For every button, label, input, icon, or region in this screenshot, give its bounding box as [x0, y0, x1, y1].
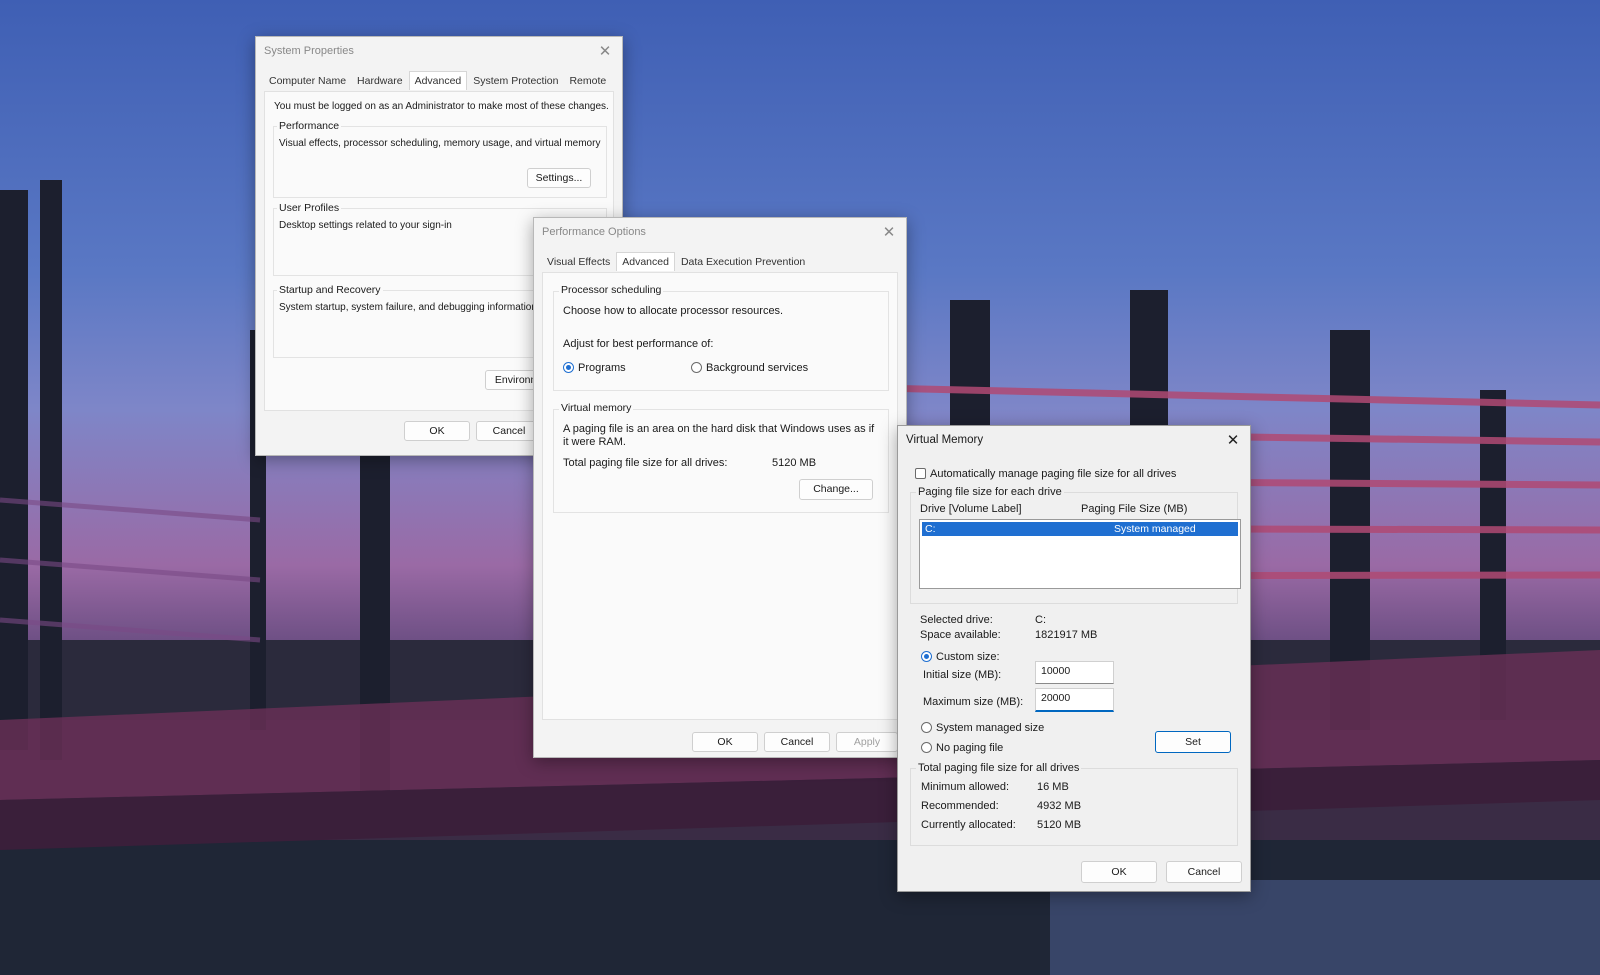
column-size-header: Paging File Size (MB): [1081, 503, 1188, 515]
tab-bar: Visual Effects Advanced Data Execution P…: [542, 252, 811, 271]
dialog-title: Virtual Memory: [906, 434, 984, 446]
programs-radio[interactable]: [563, 362, 574, 373]
close-icon[interactable]: ✕: [594, 41, 616, 63]
startup-recovery-label: Startup and Recovery: [277, 284, 383, 296]
apply-button[interactable]: Apply: [836, 732, 898, 752]
tab-remote[interactable]: Remote: [564, 73, 611, 90]
tab-data-execution-prevention[interactable]: Data Execution Prevention: [676, 254, 810, 271]
virtual-memory-desc: A paging file is an area on the hard dis…: [563, 423, 875, 448]
maximum-size-label: Maximum size (MB):: [923, 696, 1024, 708]
ok-button[interactable]: OK: [692, 732, 758, 752]
initial-size-input[interactable]: 10000: [1035, 661, 1114, 684]
selected-drive-value: C:: [1035, 614, 1046, 626]
performance-label: Performance: [277, 120, 342, 132]
no-paging-file-label[interactable]: No paging file: [936, 742, 1003, 754]
set-button[interactable]: Set: [1155, 731, 1231, 753]
drive-list-row[interactable]: C: System managed: [922, 522, 1238, 536]
cancel-button[interactable]: Cancel: [1166, 861, 1242, 883]
total-paging-value: 5120 MB: [772, 457, 817, 469]
custom-size-radio[interactable]: [921, 651, 932, 662]
recommended-label: Recommended:: [921, 800, 999, 812]
tab-visual-effects[interactable]: Visual Effects: [542, 254, 615, 271]
drive-paging-size: System managed: [1114, 523, 1196, 535]
tab-hardware[interactable]: Hardware: [352, 73, 408, 90]
virtual-memory-titlebar[interactable]: Virtual Memory ✕: [898, 426, 1250, 456]
startup-recovery-desc: System startup, system failure, and debu…: [279, 302, 537, 313]
auto-manage-checkbox[interactable]: [915, 468, 926, 479]
system-managed-label[interactable]: System managed size: [936, 722, 1044, 734]
background-services-radio[interactable]: [691, 362, 702, 373]
selected-drive-label: Selected drive:: [920, 614, 993, 626]
admin-note: You must be logged on as an Administrato…: [274, 101, 609, 112]
minimum-allowed-value: 16 MB: [1037, 781, 1069, 793]
dialog-title: System Properties: [264, 45, 354, 57]
processor-scheduling-label: Processor scheduling: [559, 284, 664, 296]
column-drive-header: Drive [Volume Label]: [920, 503, 1022, 515]
dialog-title: Performance Options: [542, 226, 646, 238]
maximum-size-input[interactable]: 20000: [1035, 688, 1114, 712]
performance-desc: Visual effects, processor scheduling, me…: [279, 138, 601, 149]
currently-allocated-value: 5120 MB: [1037, 819, 1082, 831]
advanced-tab-panel: Processor scheduling Choose how to alloc…: [542, 272, 898, 720]
tab-advanced[interactable]: Advanced: [616, 252, 675, 271]
programs-radio-label[interactable]: Programs: [578, 362, 626, 374]
recommended-value: 4932 MB: [1037, 800, 1082, 812]
auto-manage-label[interactable]: Automatically manage paging file size fo…: [930, 468, 1176, 480]
currently-allocated-label: Currently allocated:: [921, 819, 1016, 831]
user-profiles-desc: Desktop settings related to your sign-in: [279, 220, 452, 231]
drive-letter: C:: [925, 523, 936, 535]
background-services-label[interactable]: Background services: [706, 362, 808, 374]
performance-options-dialog: Performance Options ✕ Visual Effects Adv…: [533, 217, 907, 758]
close-icon[interactable]: ✕: [1222, 430, 1244, 452]
total-paging-label: Total paging file size for all drives:: [563, 457, 728, 469]
paging-per-drive-label: Paging file size for each drive: [916, 486, 1064, 498]
system-properties-titlebar[interactable]: System Properties ✕: [256, 37, 622, 67]
tab-bar: Computer Name Hardware Advanced System P…: [264, 71, 612, 90]
performance-settings-button[interactable]: Settings...: [527, 168, 591, 188]
tab-computer-name[interactable]: Computer Name: [264, 73, 351, 90]
minimum-allowed-label: Minimum allowed:: [921, 781, 1010, 793]
no-paging-file-radio[interactable]: [921, 742, 932, 753]
performance-options-titlebar[interactable]: Performance Options ✕: [534, 218, 906, 248]
system-managed-radio[interactable]: [921, 722, 932, 733]
tab-system-protection[interactable]: System Protection: [468, 73, 563, 90]
change-button[interactable]: Change...: [799, 479, 873, 500]
initial-size-label: Initial size (MB):: [923, 669, 1002, 681]
cancel-button[interactable]: Cancel: [764, 732, 830, 752]
total-paging-group-label: Total paging file size for all drives: [916, 762, 1082, 774]
ok-button[interactable]: OK: [404, 421, 470, 441]
tab-advanced[interactable]: Advanced: [408, 71, 468, 90]
drive-list[interactable]: C: System managed: [919, 519, 1241, 589]
virtual-memory-dialog: Virtual Memory ✕ Automatically manage pa…: [897, 425, 1251, 892]
user-profiles-label: User Profiles: [277, 202, 342, 214]
virtual-memory-label: Virtual memory: [559, 402, 634, 414]
processor-desc: Choose how to allocate processor resourc…: [563, 305, 784, 317]
space-available-label: Space available:: [920, 629, 1001, 641]
close-icon[interactable]: ✕: [878, 222, 900, 244]
custom-size-label[interactable]: Custom size:: [936, 651, 1000, 663]
ok-button[interactable]: OK: [1081, 861, 1157, 883]
space-available-value: 1821917 MB: [1035, 629, 1098, 641]
adjust-label: Adjust for best performance of:: [563, 338, 714, 350]
